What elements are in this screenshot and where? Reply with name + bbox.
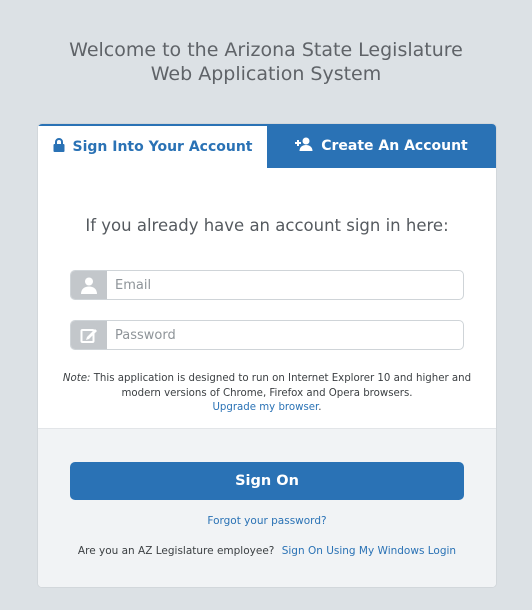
upgrade-browser-link[interactable]: Upgrade my browser	[212, 402, 318, 413]
forgot-password-link[interactable]: Forgot your password?	[38, 515, 496, 527]
add-user-icon	[295, 137, 321, 155]
employee-login-row: Are you an AZ Legislature employee? Sign…	[38, 545, 496, 557]
note-text: This application is designed to run on I…	[90, 373, 472, 399]
sign-on-button[interactable]: Sign On	[70, 462, 464, 500]
page-title-line2: Web Application System	[150, 63, 382, 85]
email-field	[70, 270, 464, 300]
tab-create-account-label: Create An Account	[321, 138, 468, 154]
employee-text: Are you an AZ Legislature employee?	[77, 545, 275, 557]
tab-sign-in[interactable]: Sign Into Your Account	[38, 124, 267, 168]
lock-icon	[53, 138, 73, 156]
password-field	[70, 320, 464, 350]
edit-icon	[71, 321, 107, 349]
email-input[interactable]	[107, 271, 463, 299]
windows-login-link[interactable]: Sign On Using My Windows Login	[282, 545, 456, 557]
tab-bar: Sign Into Your Account Create An Account	[38, 124, 496, 168]
tab-create-account[interactable]: Create An Account	[267, 124, 496, 168]
signin-footer: Sign On Forgot your password? Are you an…	[38, 428, 496, 587]
user-icon	[71, 271, 107, 299]
page-title: Welcome to the Arizona State Legislature…	[0, 38, 532, 86]
browser-note: Note: This application is designed to ru…	[58, 372, 476, 416]
password-input[interactable]	[107, 321, 463, 349]
page-title-line1: Welcome to the Arizona State Legislature	[69, 39, 463, 61]
tab-sign-in-label: Sign Into Your Account	[72, 139, 253, 155]
signin-heading: If you already have an account sign in h…	[85, 216, 449, 235]
login-card: Sign Into Your Account Create An Account…	[38, 124, 496, 587]
note-label: Note:	[62, 373, 91, 384]
note-suffix: .	[318, 402, 322, 413]
